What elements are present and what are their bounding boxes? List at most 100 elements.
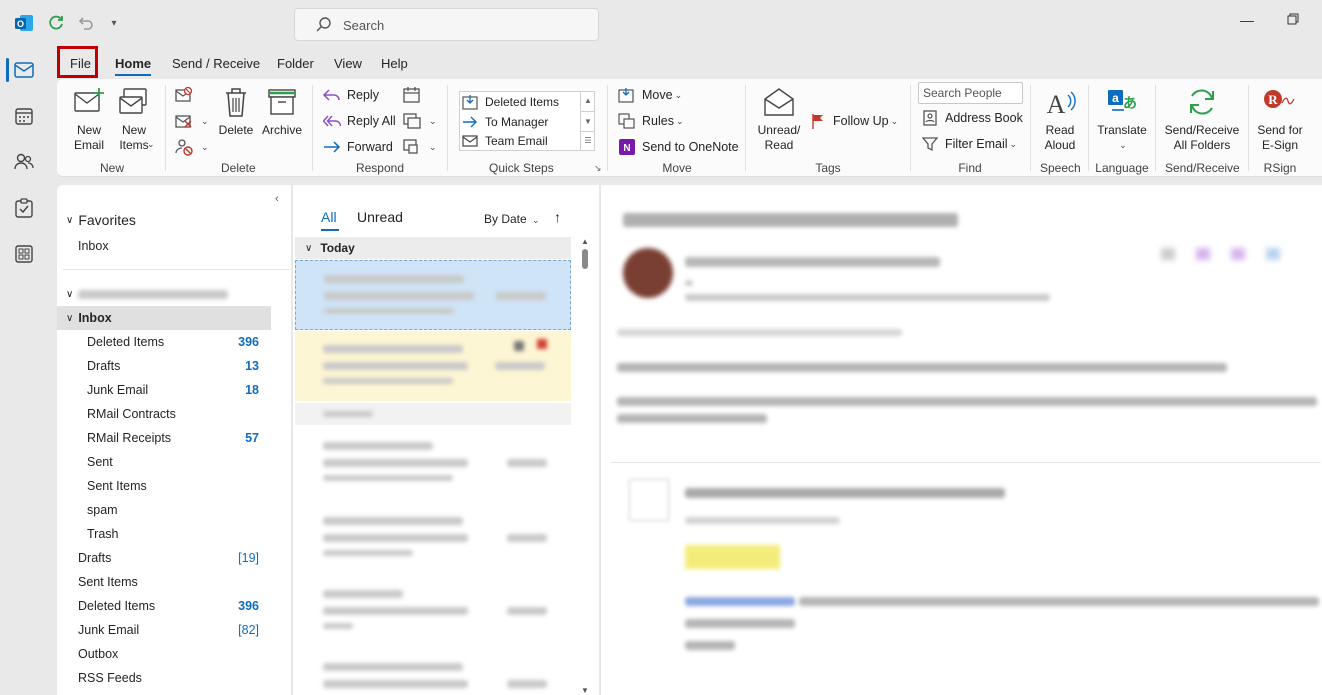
rsign-logo-icon: R bbox=[1263, 85, 1297, 119]
folder-drafts[interactable]: Drafts [19] bbox=[57, 546, 291, 570]
search-input[interactable]: Search bbox=[294, 8, 599, 41]
folder-drafts[interactable]: Drafts 13 bbox=[57, 354, 291, 378]
folder-deleted-items[interactable]: Deleted Items 396 bbox=[57, 594, 291, 618]
folder-rmail-receipts[interactable]: RMail Receipts 57 bbox=[57, 426, 291, 450]
tab-send-receive[interactable]: Send / Receive bbox=[172, 56, 260, 71]
tab-folder[interactable]: Folder bbox=[277, 56, 314, 71]
undo-icon[interactable] bbox=[73, 11, 97, 35]
sort-direction-icon[interactable]: ↑ bbox=[554, 209, 561, 225]
email-recipients-blurred bbox=[685, 294, 1050, 301]
separator bbox=[1088, 85, 1089, 171]
account-header[interactable]: ∨ bbox=[57, 282, 291, 306]
folder-sent-items[interactable]: Sent Items bbox=[57, 570, 291, 594]
folder-name: spam bbox=[87, 503, 118, 517]
reply-all-icon bbox=[323, 112, 341, 130]
quick-step-team-email[interactable]: Team Email bbox=[461, 131, 548, 151]
translate-button[interactable]: aあ Translate ⌄ bbox=[1095, 85, 1149, 153]
folder-rmail-contracts[interactable]: RMail Contracts bbox=[57, 402, 291, 426]
folder-name: Junk Email bbox=[87, 383, 149, 397]
scroll-up-icon[interactable]: ▲ bbox=[580, 237, 590, 246]
clean-up-button[interactable]: ⌄ bbox=[175, 111, 209, 131]
search-people-input[interactable]: Search People bbox=[918, 82, 1023, 104]
scroll-up-icon[interactable]: ▲ bbox=[581, 91, 595, 111]
folder-spam[interactable]: spam bbox=[57, 498, 291, 522]
folder-name: Deleted Items bbox=[78, 599, 156, 613]
junk-button[interactable]: ⌄ bbox=[175, 137, 209, 157]
send-for-esign-button[interactable]: R Send for E-Sign bbox=[1257, 85, 1303, 153]
message-actions-blurred[interactable] bbox=[1151, 240, 1322, 270]
list-item[interactable] bbox=[295, 331, 571, 401]
apps-icon[interactable] bbox=[0, 234, 48, 274]
mention-link-blurred[interactable] bbox=[685, 597, 795, 606]
people-icon[interactable] bbox=[0, 142, 48, 182]
rules-button[interactable]: Rules ⌄ bbox=[618, 111, 684, 131]
scrollbar-thumb[interactable] bbox=[582, 249, 588, 269]
archive-button[interactable]: Archive bbox=[260, 85, 304, 138]
group-label-send-receive: Send/Receive bbox=[1165, 161, 1240, 175]
favorite-folder-inbox[interactable]: Inbox bbox=[57, 234, 291, 258]
mail-icon[interactable] bbox=[0, 50, 48, 90]
tasks-icon[interactable] bbox=[0, 188, 48, 228]
scroll-down-icon[interactable]: ▼ bbox=[581, 111, 595, 131]
tab-all[interactable]: All bbox=[321, 209, 337, 225]
follow-up-button[interactable]: Follow Up ⌄ bbox=[809, 111, 898, 131]
meeting-reply-button[interactable] bbox=[403, 85, 427, 105]
quick-steps-scroll[interactable]: ▲ ▼ ☰ bbox=[580, 91, 595, 151]
tab-help[interactable]: Help bbox=[381, 56, 408, 71]
reply-button[interactable]: Reply bbox=[323, 85, 379, 105]
list-item[interactable] bbox=[295, 578, 571, 648]
quick-step-deleted-items[interactable]: Deleted Items bbox=[461, 92, 559, 112]
favorites-header[interactable]: ∨ Favorites bbox=[57, 208, 291, 232]
dialog-launcher-icon[interactable]: ↘ bbox=[594, 163, 602, 174]
list-item[interactable] bbox=[295, 651, 571, 695]
unread-read-button[interactable]: Unread/ Read bbox=[755, 85, 803, 153]
sort-dropdown[interactable]: By Date ⌄ bbox=[484, 212, 540, 226]
send-receive-all-button[interactable]: Send/Receive All Folders bbox=[1163, 85, 1241, 153]
more-respond-chevron-icon: ⌄ bbox=[429, 141, 437, 152]
ignore-button[interactable] bbox=[175, 85, 199, 105]
account-email-blurred bbox=[78, 289, 229, 299]
tab-unread[interactable]: Unread bbox=[357, 209, 403, 225]
minimize-icon[interactable]: — bbox=[1240, 12, 1254, 28]
folder-sent-items[interactable]: Sent Items bbox=[57, 474, 291, 498]
folder-trash[interactable]: Trash bbox=[57, 522, 291, 546]
forward-button[interactable]: Forward bbox=[323, 137, 393, 157]
list-item[interactable] bbox=[295, 430, 571, 500]
folder-rss-feeds[interactable]: RSS Feeds bbox=[57, 666, 291, 690]
group-header-today[interactable]: ∨ Today bbox=[295, 237, 571, 259]
delete-button[interactable]: Delete bbox=[217, 85, 255, 138]
folder-outbox[interactable]: Outbox bbox=[57, 642, 291, 666]
calendar-icon[interactable] bbox=[0, 96, 48, 136]
message-list-scrollbar[interactable]: ▲ ▼ bbox=[580, 237, 590, 695]
tab-home[interactable]: Home bbox=[115, 56, 152, 76]
quick-step-to-manager[interactable]: To Manager bbox=[461, 112, 548, 132]
collapse-pane-icon[interactable]: ‹ bbox=[275, 193, 279, 205]
expand-gallery-icon[interactable]: ☰ bbox=[581, 131, 595, 149]
customize-qat-icon[interactable]: ▾ bbox=[102, 11, 126, 35]
filter-email-button[interactable]: Filter Email ⌄ bbox=[921, 134, 1017, 154]
folder-name: Inbox bbox=[78, 311, 112, 325]
folder-sent[interactable]: Sent bbox=[57, 450, 291, 474]
list-item[interactable] bbox=[295, 505, 571, 575]
favorites-label: Favorites bbox=[78, 212, 136, 228]
more-respond-button[interactable]: ⌄ bbox=[403, 137, 437, 157]
separator bbox=[607, 85, 608, 171]
folder-deleted-items[interactable]: Deleted Items 396 bbox=[57, 330, 291, 354]
sync-icon[interactable] bbox=[44, 11, 68, 35]
scroll-down-icon[interactable]: ▼ bbox=[580, 686, 590, 695]
group-header-earlier[interactable] bbox=[295, 403, 571, 425]
list-item[interactable] bbox=[295, 260, 571, 330]
im-reply-button[interactable]: ⌄ bbox=[403, 111, 437, 131]
address-book-button[interactable]: Address Book bbox=[921, 108, 1023, 128]
restore-icon[interactable] bbox=[1287, 12, 1299, 28]
move-button[interactable]: Move ⌄ bbox=[618, 85, 682, 105]
im-reply-icon bbox=[403, 112, 421, 130]
folder-junk-email[interactable]: Junk Email 18 bbox=[57, 378, 291, 402]
new-email-button[interactable]: New Email bbox=[69, 85, 109, 153]
send-to-onenote-button[interactable]: N Send to OneNote bbox=[618, 137, 739, 157]
reply-all-button[interactable]: Reply All bbox=[323, 111, 396, 131]
tab-view[interactable]: View bbox=[334, 56, 362, 71]
read-aloud-button[interactable]: A Read Aloud bbox=[1039, 85, 1081, 153]
folder-inbox[interactable]: ∨ Inbox bbox=[57, 306, 271, 330]
folder-junk-email[interactable]: Junk Email [82] bbox=[57, 618, 291, 642]
